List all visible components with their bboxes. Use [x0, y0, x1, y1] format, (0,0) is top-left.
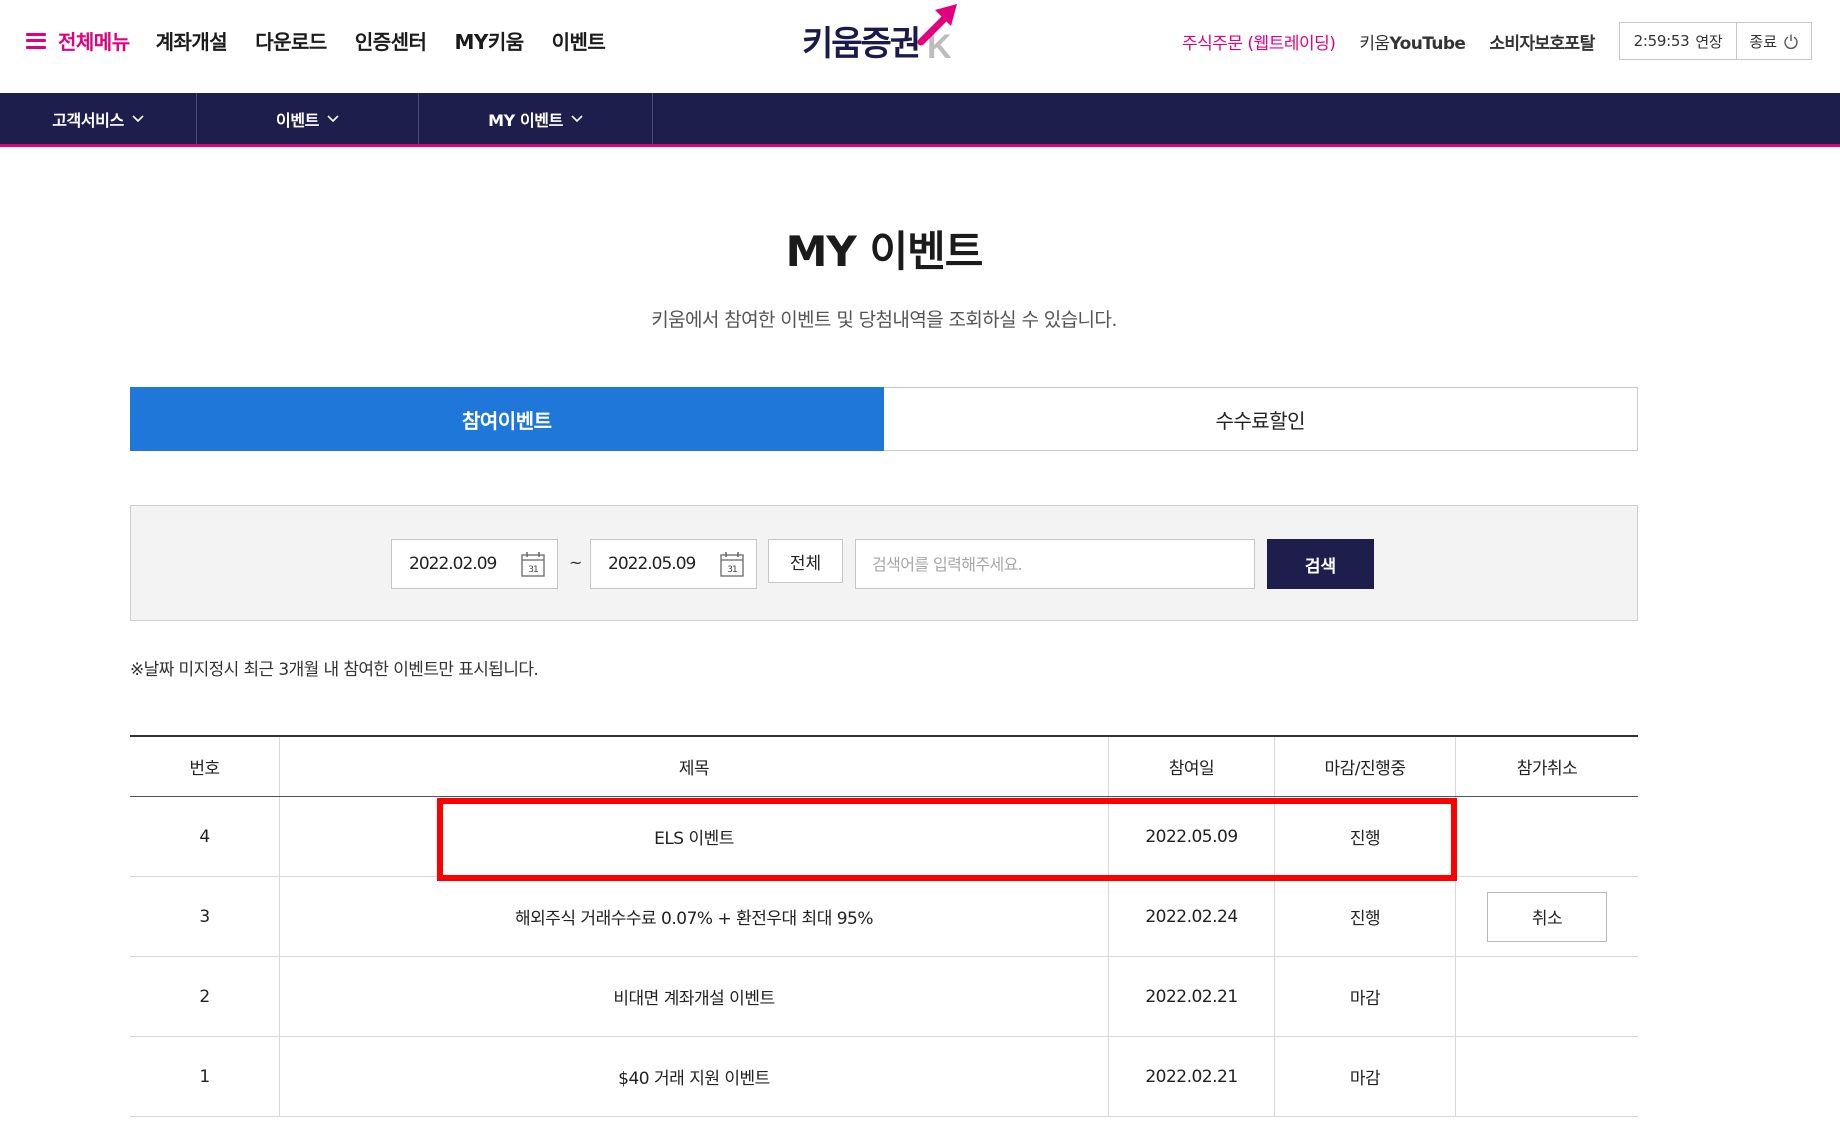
end-date-field[interactable]: 2022.05.09 31	[590, 539, 757, 589]
stock-order-link[interactable]: 주식주문 (웹트레이딩)	[1182, 29, 1336, 54]
all-period-button[interactable]: 전체	[768, 539, 843, 583]
row-date: 2022.02.24	[1109, 877, 1275, 956]
gnb-event-label: 이벤트	[276, 110, 319, 130]
table-header: 번호 제목 참여일 마감/진행중 참가취소	[130, 737, 1638, 797]
hamburger-icon	[26, 32, 46, 49]
calendar-day: 31	[528, 565, 538, 575]
page-title: MY 이벤트	[785, 227, 984, 276]
row-cancel-cell: 취소	[1456, 877, 1638, 956]
row-status: 진행	[1275, 797, 1456, 876]
gnb-customer-service-label: 고객서비스	[52, 110, 124, 130]
tab-participated-events[interactable]: 참여이벤트	[130, 387, 884, 451]
timer-value: 2:59:53	[1633, 32, 1690, 50]
event-table: 번호 제목 참여일 마감/진행중 참가취소 4 ELS 이벤트 2022.05.…	[130, 735, 1638, 1117]
nav-event[interactable]: 이벤트	[552, 26, 606, 55]
kiwoom-youtube-link[interactable]: 키움YouTube	[1359, 29, 1466, 54]
row-date: 2022.02.21	[1109, 1037, 1275, 1116]
cancel-participation-button[interactable]: 취소	[1487, 891, 1607, 942]
table-row: 3 해외주식 거래수수료 0.07% + 환전우대 최대 95% 2022.02…	[130, 877, 1638, 957]
row-status: 진행	[1275, 877, 1456, 956]
logout-button[interactable]: 종료	[1737, 23, 1811, 59]
full-menu-label: 전체메뉴	[58, 30, 130, 54]
table-row: 4 ELS 이벤트 2022.05.09 진행	[130, 797, 1638, 877]
gnb-my-event[interactable]: MY 이벤트	[419, 93, 653, 144]
nav-certificate-center[interactable]: 인증센터	[355, 26, 427, 55]
power-icon	[1783, 33, 1799, 49]
row-date: 2022.02.21	[1109, 957, 1275, 1036]
start-date-value: 2022.02.09	[409, 554, 497, 574]
youtube-brand: YouTube	[1389, 33, 1466, 54]
tab-fee-discount[interactable]: 수수료할인	[883, 387, 1638, 451]
header-number: 번호	[130, 737, 280, 796]
row-title-link[interactable]: 비대면 계좌개설 이벤트	[280, 957, 1109, 1036]
table-row: 2 비대면 계좌개설 이벤트 2022.02.21 마감	[130, 957, 1638, 1037]
row-number: 1	[130, 1037, 280, 1116]
logo-arrow-icon: K	[917, 4, 958, 60]
chevron-down-icon	[327, 114, 339, 123]
session-box: 2:59:53 연장 종료	[1618, 22, 1812, 60]
date-notice: ※날짜 미지정시 최근 3개월 내 참여한 이벤트만 표시됩니다.	[130, 660, 539, 680]
row-status: 마감	[1275, 957, 1456, 1036]
row-cancel-cell	[1456, 797, 1638, 876]
header-title: 제목	[280, 737, 1109, 796]
row-number: 2	[130, 957, 280, 1036]
logout-label: 종료	[1749, 32, 1777, 51]
nav-download[interactable]: 다운로드	[255, 26, 327, 55]
row-title-link[interactable]: 해외주식 거래수수료 0.07% + 환전우대 최대 95%	[280, 877, 1109, 956]
row-title-link[interactable]: ELS 이벤트	[280, 797, 1109, 876]
sub-navigation-bar: 고객서비스 이벤트 MY 이벤트	[0, 93, 1840, 147]
row-cancel-cell	[1456, 1037, 1638, 1116]
nav-account-open[interactable]: 계좌개설	[156, 26, 228, 55]
main-nav: 전체메뉴 계좌개설 다운로드 인증센터 MY키움 이벤트	[26, 26, 633, 55]
logo-text: 키움증권	[802, 23, 921, 64]
full-menu-button[interactable]: 전체메뉴	[26, 26, 130, 55]
consumer-portal-link[interactable]: 소비자보호포탈	[1489, 29, 1595, 54]
header-cancel: 참가취소	[1516, 759, 1578, 779]
gnb-customer-service[interactable]: 고객서비스	[0, 93, 197, 144]
gnb-my-event-label: MY 이벤트	[488, 110, 563, 130]
keyword-search-input[interactable]	[855, 539, 1255, 589]
row-date: 2022.05.09	[1109, 797, 1275, 876]
calendar-icon[interactable]: 31	[720, 551, 744, 582]
date-range-separator: ~	[569, 553, 583, 572]
end-date-value: 2022.05.09	[608, 554, 696, 574]
session-timer: 2:59:53 연장	[1620, 23, 1738, 59]
page-subtitle: 키움에서 참여한 이벤트 및 당첨내역을 조회하실 수 있습니다.	[651, 309, 1117, 331]
start-date-field[interactable]: 2022.02.09 31	[391, 539, 558, 589]
table-row: 1 $40 거래 지원 이벤트 2022.02.21 마감	[130, 1037, 1638, 1117]
header-status: 마감/진행중	[1275, 737, 1456, 796]
gnb-event[interactable]: 이벤트	[197, 93, 419, 144]
search-panel: 2022.02.09 31 ~ 2022.05.09 31 전체 검색	[130, 505, 1638, 621]
calendar-icon[interactable]: 31	[521, 551, 545, 582]
chevron-down-icon	[571, 114, 583, 123]
row-status: 마감	[1275, 1037, 1456, 1116]
nav-my-kiwoom[interactable]: MY키움	[454, 26, 524, 55]
kiwoom-logo[interactable]: 키움증권 K	[802, 4, 963, 68]
row-number: 3	[130, 877, 280, 956]
row-number: 4	[130, 797, 280, 876]
row-cancel-cell	[1456, 957, 1638, 1036]
youtube-prefix: 키움	[1359, 33, 1390, 54]
top-header: 전체메뉴 계좌개설 다운로드 인증센터 MY키움 이벤트 키움증권 K 주식주문…	[0, 0, 1840, 93]
header-participation-date: 참여일	[1109, 737, 1275, 796]
utility-nav: 주식주문 (웹트레이딩) 키움YouTube 소비자보호포탈 2:59:53 연…	[1182, 22, 1812, 60]
calendar-day: 31	[727, 565, 737, 575]
event-tabs: 참여이벤트 수수료할인	[130, 387, 1638, 451]
extend-session-button[interactable]: 연장	[1695, 31, 1722, 52]
chevron-down-icon	[132, 114, 144, 123]
search-button[interactable]: 검색	[1267, 539, 1374, 589]
row-title-link[interactable]: $40 거래 지원 이벤트	[280, 1037, 1109, 1116]
